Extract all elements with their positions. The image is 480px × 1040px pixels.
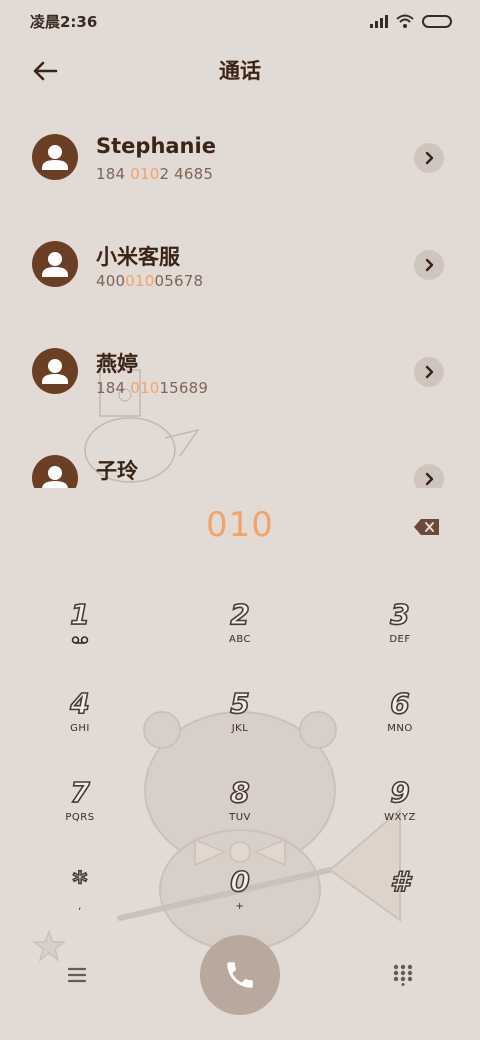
chevron-right-icon: [425, 151, 434, 165]
contact-number: 184 01015689: [96, 379, 209, 397]
back-button[interactable]: [28, 54, 62, 88]
contact-details-button[interactable]: [414, 464, 444, 488]
key-7[interactable]: 7 PQRS: [20, 768, 140, 848]
contact-row[interactable]: 燕婷 184 01015689: [0, 318, 480, 414]
status-icons: [370, 14, 452, 28]
page-title: 通话: [219, 59, 261, 83]
battery-icon: [422, 14, 452, 28]
hamburger-menu-icon: [67, 967, 87, 983]
chevron-right-icon: [425, 365, 434, 379]
contact-details-button[interactable]: [414, 143, 444, 173]
person-icon: [42, 252, 68, 277]
call-button[interactable]: [200, 935, 280, 1015]
key-9[interactable]: 9 WXYZ: [340, 768, 460, 848]
contact-name: 燕婷: [96, 352, 138, 376]
contact-name: 子玲: [96, 459, 138, 483]
key-8[interactable]: 8 TUV: [180, 768, 300, 848]
avatar: [32, 455, 78, 488]
person-icon: [42, 145, 68, 170]
key-3[interactable]: 3 DEF: [340, 590, 460, 670]
avatar: [32, 348, 78, 394]
dialpad-toggle-button[interactable]: [393, 964, 413, 986]
key-star[interactable]: * ,: [20, 857, 140, 937]
key-4[interactable]: 4 GHI: [20, 679, 140, 759]
contact-row[interactable]: Stephanie 184 0102 4685: [0, 104, 480, 200]
status-bar: 凌晨2:36: [0, 0, 480, 42]
avatar: [32, 241, 78, 287]
contact-row[interactable]: 小米客服 40001005678: [0, 211, 480, 307]
key-6[interactable]: 6 MNO: [340, 679, 460, 759]
contact-details-button[interactable]: [414, 357, 444, 387]
header: 通话: [0, 48, 480, 92]
bottom-bar: [0, 935, 480, 1015]
menu-button[interactable]: [66, 965, 88, 985]
chevron-right-icon: [425, 258, 434, 272]
voicemail-icon: [71, 636, 89, 644]
dialed-number: 010: [206, 505, 274, 545]
key-5[interactable]: 5 JKL: [180, 679, 300, 759]
arrow-left-icon: [33, 61, 58, 81]
contact-row[interactable]: 子玲: [0, 425, 480, 488]
contact-name: 小米客服: [96, 245, 180, 269]
signal-icon: [370, 14, 388, 28]
avatar: [32, 134, 78, 180]
delete-button[interactable]: [413, 517, 441, 537]
key-0[interactable]: 0 +: [180, 857, 300, 937]
contact-name: Stephanie: [96, 134, 216, 158]
backspace-icon: [414, 519, 439, 535]
contact-number: 184 0102 4685: [96, 165, 214, 183]
wifi-icon: [396, 14, 414, 28]
phone-icon: [227, 962, 253, 988]
dialpad-grid-icon: [393, 964, 413, 986]
key-1[interactable]: 1: [20, 590, 140, 670]
person-icon: [42, 359, 68, 384]
contact-number: 40001005678: [96, 272, 204, 290]
key-hash[interactable]: #: [340, 857, 460, 937]
status-time: 凌晨2:36: [30, 12, 98, 31]
contact-list: Stephanie 184 0102 4685 小米客服 40001005678: [0, 104, 480, 488]
person-icon: [42, 466, 68, 488]
keypad: 1 2 ABC 3 DEF 4 GHI 5 JKL 6 MNO 7 PQRS 8…: [0, 590, 480, 946]
chevron-right-icon: [425, 472, 434, 486]
key-2[interactable]: 2 ABC: [180, 590, 300, 670]
contact-details-button[interactable]: [414, 250, 444, 280]
